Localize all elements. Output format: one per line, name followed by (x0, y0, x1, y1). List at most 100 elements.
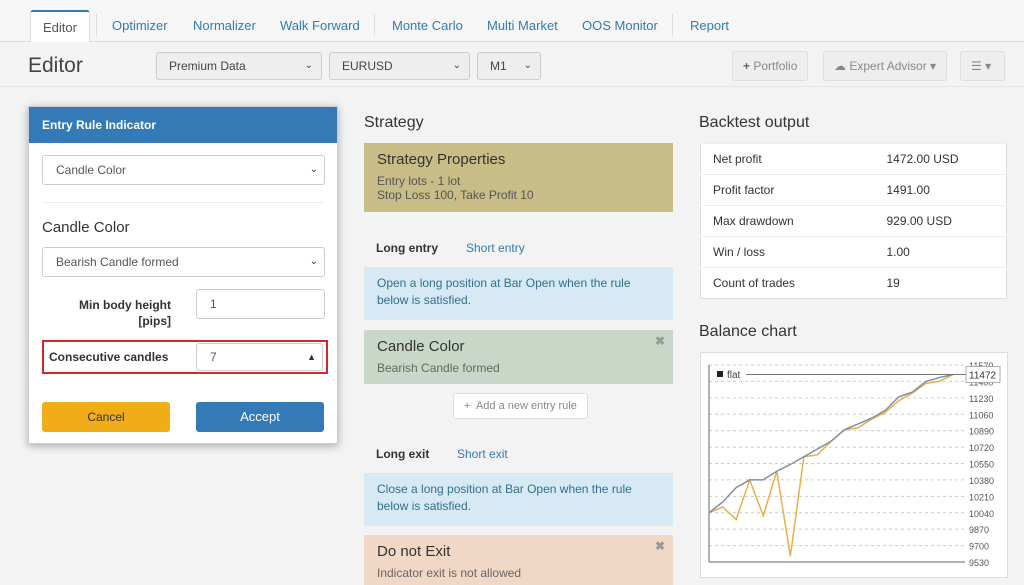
chevron-down-icon: ⌄ (523, 60, 532, 71)
expert-advisor-label: Expert Advisor (849, 59, 927, 73)
y-tick-label: 11230 (969, 394, 993, 404)
legend-swatch (717, 371, 723, 377)
table-row: Max drawdown 929.00 USD (700, 205, 1007, 237)
mode-select[interactable]: Bearish Candle formed ⌄ (42, 247, 325, 277)
backtest-heading: Backtest output (699, 114, 810, 131)
consecutive-value: 7 (210, 350, 217, 364)
exit-line: Indicator exit is not allowed (377, 566, 522, 580)
dialog-title: Entry Rule Indicator (29, 107, 337, 143)
hamburger-icon: ☰ ▾ (971, 59, 992, 73)
metric-value: 1491.00 (874, 174, 1007, 206)
tab-monte-carlo[interactable]: Monte Carlo (380, 10, 475, 42)
y-tick-label: 9870 (969, 525, 989, 535)
min-body-label: Min body height [pips] (79, 298, 171, 328)
add-entry-rule-button[interactable]: + Add a new entry rule (453, 393, 588, 419)
metric-value: 19 (874, 267, 1007, 299)
page-title: Editor (28, 54, 83, 77)
tab-oos-monitor[interactable]: OOS Monitor (570, 10, 670, 42)
metric-label: Net profit (700, 143, 875, 175)
tab-report[interactable]: Report (678, 10, 741, 42)
close-icon[interactable]: ✖ (655, 334, 665, 348)
chevron-down-icon: ⌄ (309, 256, 318, 267)
accept-button[interactable]: Accept (196, 402, 324, 432)
section-title: Candle Color (42, 219, 130, 236)
tab-optimizer[interactable]: Optimizer (100, 10, 180, 42)
tab-editor[interactable]: Editor (30, 10, 90, 42)
balance-chart: 1157011400112301106010890107201055010380… (700, 352, 1008, 578)
props-title: Strategy Properties (377, 151, 506, 168)
y-tick-label: 11060 (969, 410, 993, 420)
strategy-properties-card[interactable]: Strategy Properties Entry lots - 1 lot S… (364, 143, 673, 212)
last-value-label: 11472 (969, 370, 997, 381)
main-tabs: Editor Optimizer Normalizer Walk Forward… (0, 0, 1024, 42)
metric-value: 1.00 (874, 236, 1007, 268)
y-tick-label: 10890 (969, 427, 994, 437)
plus-icon: + (743, 59, 751, 73)
legend-label: flat (727, 370, 741, 381)
y-tick-label: 10550 (969, 460, 994, 470)
chevron-down-icon: ⌄ (452, 60, 461, 71)
min-body-input[interactable]: 1 (196, 289, 325, 319)
balance-chart-svg: 1157011400112301106010890107201055010380… (708, 361, 1001, 568)
chevron-down-icon: ⌄ (304, 60, 313, 71)
y-tick-label: 10380 (969, 476, 994, 486)
entry-description: Open a long position at Bar Open when th… (364, 267, 673, 320)
tab-multi-market[interactable]: Multi Market (475, 10, 570, 42)
consecutive-label: Consecutive candles (49, 350, 169, 364)
y-tick-label: 9700 (969, 542, 989, 552)
props-line: Entry lots - 1 lot (377, 174, 461, 188)
expert-advisor-button[interactable]: ☁ Expert Advisor ▾ (823, 51, 948, 81)
props-line: Stop Loss 100, Take Profit 10 (377, 188, 534, 202)
table-row: Win / loss 1.00 (700, 236, 1007, 268)
add-rule-label: Add a new entry rule (475, 400, 577, 412)
table-row: Count of trades 19 (700, 267, 1007, 299)
tab-normalizer[interactable]: Normalizer (181, 10, 268, 42)
tab-walk-forward[interactable]: Walk Forward (268, 10, 372, 42)
metric-label: Max drawdown (700, 205, 875, 237)
cancel-button[interactable]: Cancel (42, 402, 170, 432)
consecutive-input[interactable]: 7 ▲ (196, 343, 323, 371)
y-tick-label: 10210 (969, 492, 994, 502)
portfolio-button[interactable]: + Portfolio (732, 51, 809, 81)
menu-button[interactable]: ☰ ▾ (960, 51, 1005, 81)
balance-heading: Balance chart (699, 323, 797, 340)
period-value: M1 (490, 59, 507, 73)
y-tick-label: 9530 (969, 558, 989, 568)
spinner-icon[interactable]: ▲ (307, 344, 316, 370)
data-source-value: Premium Data (169, 59, 246, 73)
symbol-value: EURUSD (342, 59, 393, 73)
metric-label: Profit factor (700, 174, 875, 206)
indicator-select[interactable]: Candle Color ⌄ (42, 155, 325, 185)
cloud-download-icon: ☁ (834, 59, 846, 73)
strategy-heading: Strategy (364, 114, 424, 131)
do-not-exit-card[interactable]: Do not Exit Indicator exit is not allowe… (364, 535, 673, 585)
tab-short-entry[interactable]: Short entry (466, 241, 525, 255)
tab-long-entry[interactable]: Long entry (376, 241, 438, 255)
y-tick-label: 10040 (969, 509, 994, 519)
tab-short-exit[interactable]: Short exit (457, 447, 508, 461)
metric-value: 929.00 USD (874, 205, 1007, 237)
backtest-table: Net profit 1472.00 USD Profit factor 1491.0… (700, 143, 1007, 299)
period-select[interactable]: M1 ⌄ (477, 52, 541, 80)
exit-title: Do not Exit (377, 543, 451, 560)
candle-color-rule-card[interactable]: Candle Color Bearish Candle formed ✖ (364, 330, 673, 384)
y-tick-label: 10720 (969, 443, 994, 453)
mode-value: Bearish Candle formed (56, 255, 179, 269)
metric-value: 1472.00 USD (874, 143, 1007, 175)
plus-icon: + (464, 400, 471, 412)
indicator-value: Candle Color (56, 163, 127, 177)
table-row: Net profit 1472.00 USD (700, 143, 1007, 175)
rule-desc: Bearish Candle formed (377, 361, 500, 375)
symbol-select[interactable]: EURUSD ⌄ (329, 52, 470, 80)
metric-label: Win / loss (700, 236, 875, 268)
chevron-down-icon: ⌄ (309, 164, 318, 175)
portfolio-label: Portfolio (753, 59, 798, 73)
entry-rule-dialog: Entry Rule Indicator Candle Color ⌄ Candl… (28, 106, 338, 444)
rule-title: Candle Color (377, 338, 465, 355)
exit-description: Close a long position at Bar Open when t… (364, 473, 673, 526)
table-row: Profit factor 1491.00 (700, 174, 1007, 206)
metric-label: Count of trades (700, 267, 875, 299)
data-source-select[interactable]: Premium Data ⌄ (156, 52, 322, 80)
tab-long-exit[interactable]: Long exit (376, 447, 429, 461)
close-icon[interactable]: ✖ (655, 539, 665, 553)
